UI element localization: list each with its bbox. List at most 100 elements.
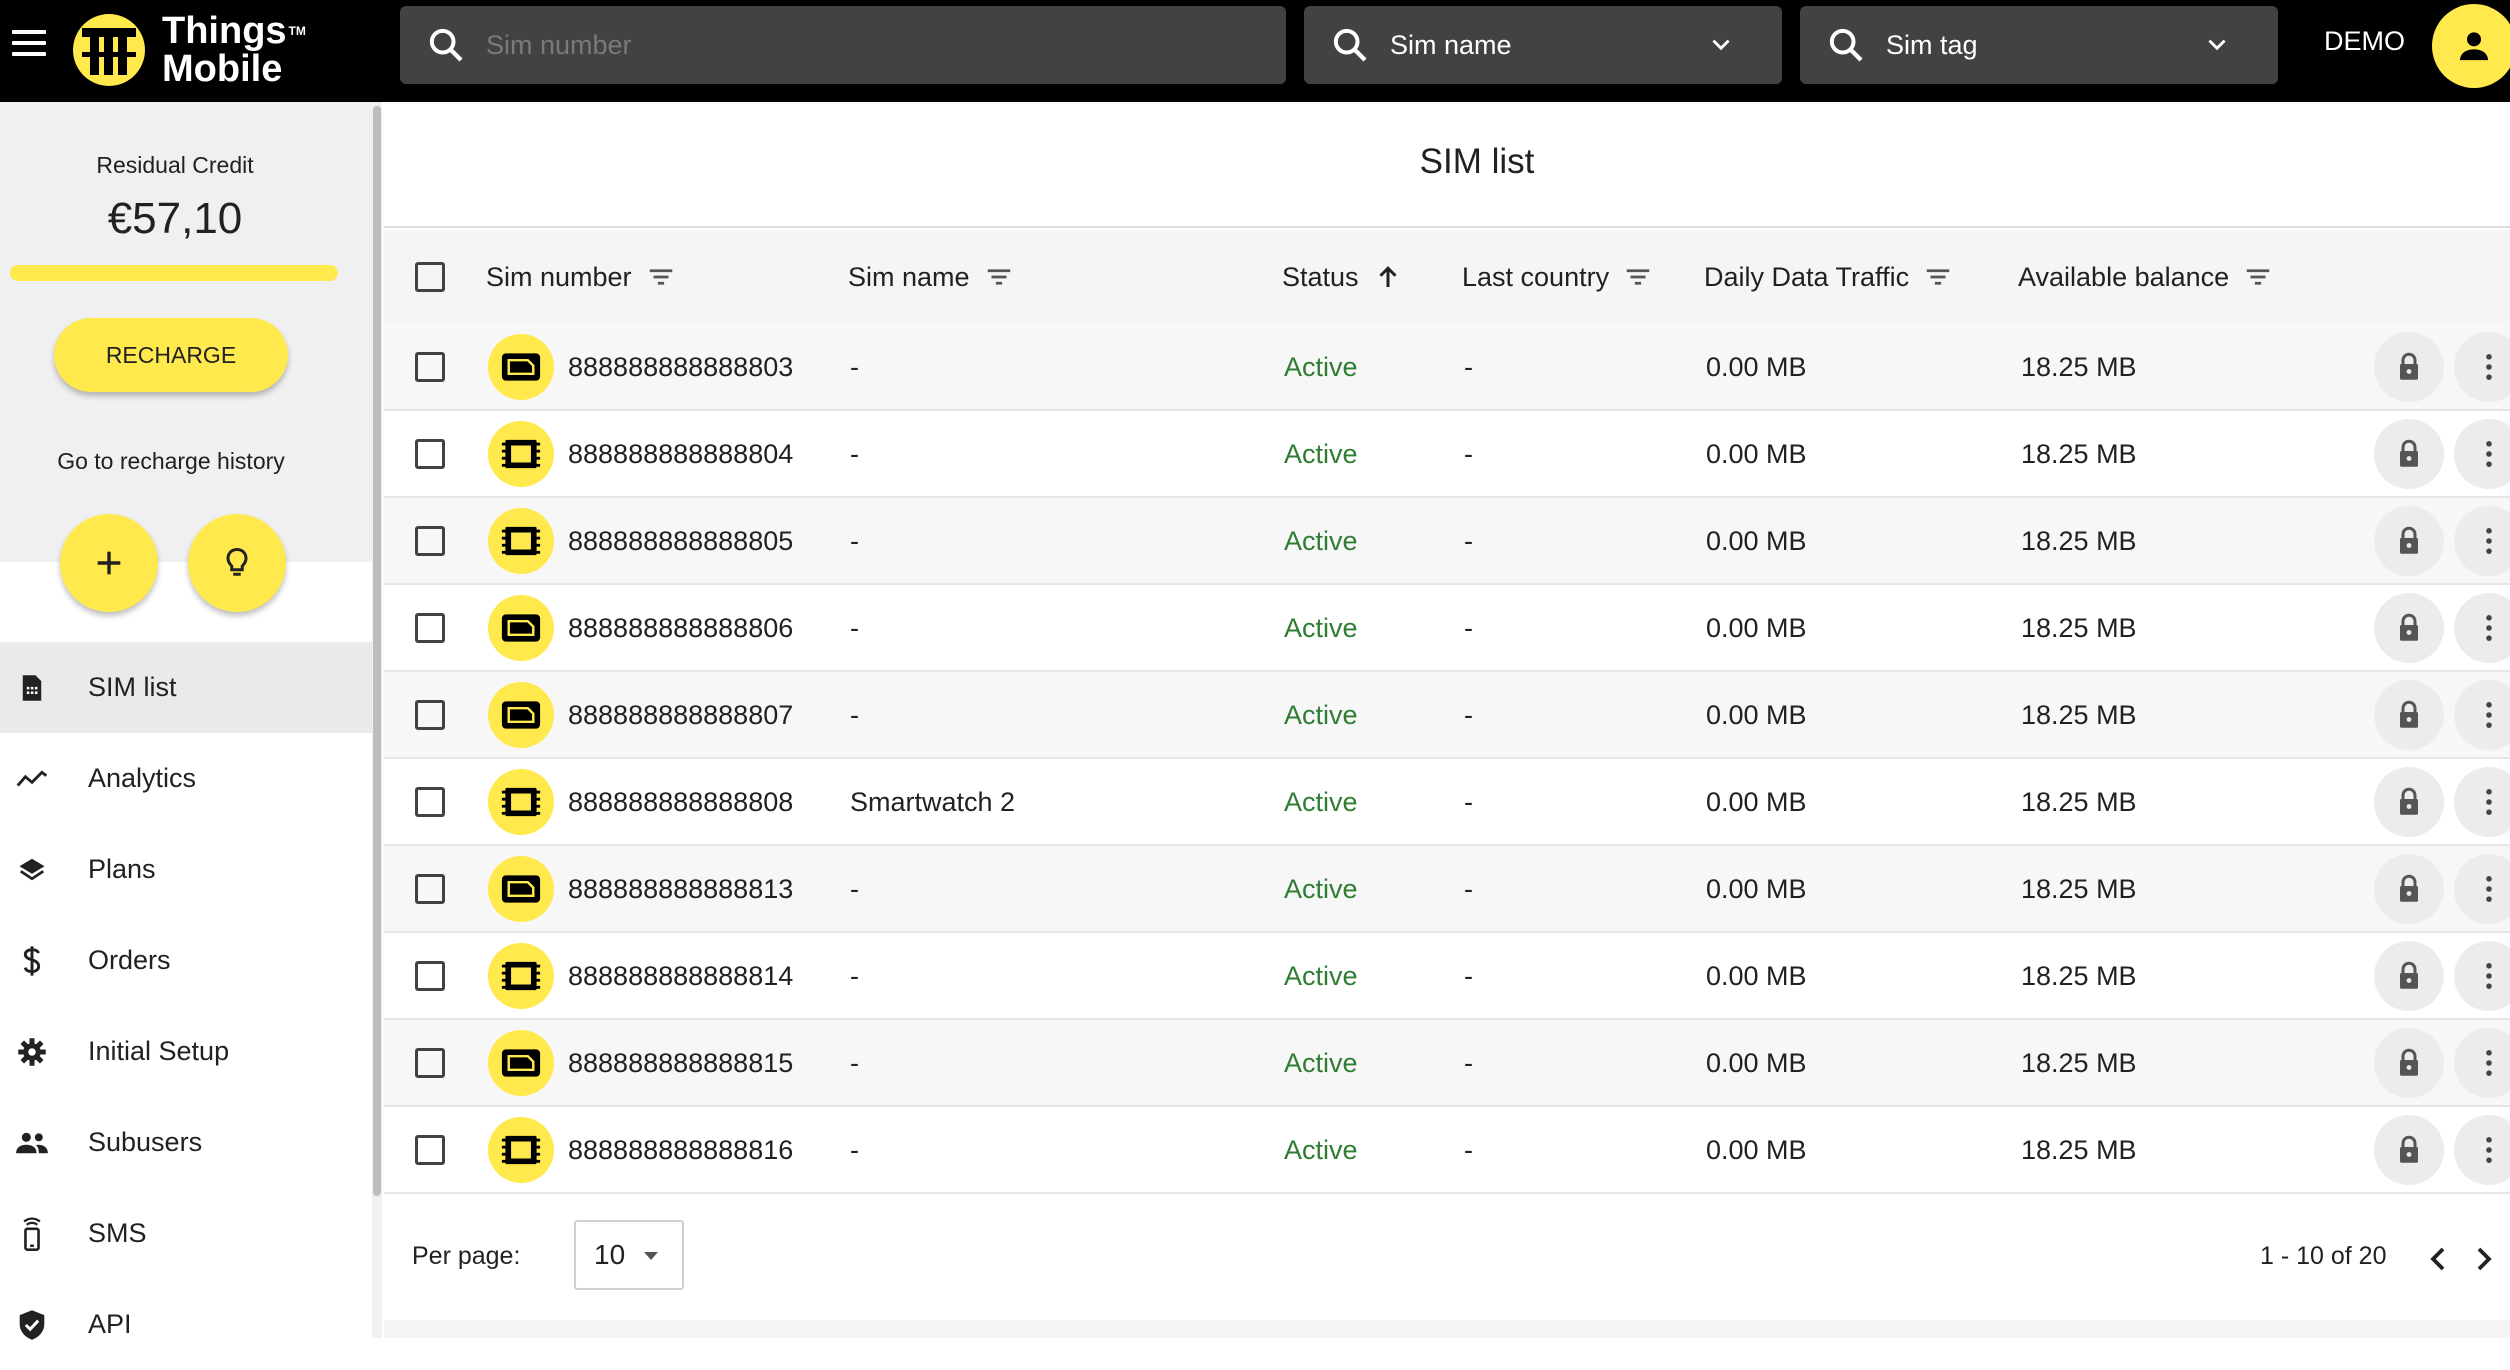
lock-button[interactable] — [2374, 854, 2444, 924]
lock-button[interactable] — [2374, 680, 2444, 750]
lock-button[interactable] — [2374, 332, 2444, 402]
row-checkbox[interactable] — [415, 961, 445, 991]
more-vertical-icon — [2486, 789, 2492, 815]
lock-button[interactable] — [2374, 941, 2444, 1011]
user-name[interactable]: DEMO — [2324, 26, 2405, 57]
status-cell: Active — [1284, 351, 1358, 382]
shield-check-icon — [14, 1307, 50, 1343]
sim-number-search[interactable]: Sim number — [400, 6, 1286, 84]
sidebar-item-plans[interactable]: Plans — [0, 824, 372, 915]
more-options-button[interactable] — [2454, 419, 2510, 489]
row-checkbox[interactable] — [415, 1135, 445, 1165]
row-checkbox[interactable] — [415, 439, 445, 469]
avatar[interactable] — [2432, 4, 2510, 88]
filter-icon[interactable] — [646, 262, 676, 292]
table-row[interactable]: 888888888888813 - Active - 0.00 MB 18.25 MB — [384, 846, 2510, 933]
last-country-cell: - — [1464, 1047, 1473, 1078]
sim-name-dropdown[interactable]: Sim name — [1304, 6, 1782, 84]
brand-logo[interactable]: Things TM Mobile — [68, 6, 306, 94]
filter-icon[interactable] — [984, 262, 1014, 292]
menu-icon[interactable] — [12, 30, 46, 56]
sim-number-cell[interactable]: 888888888888805 — [568, 498, 793, 584]
sim-name-cell: - — [850, 960, 859, 991]
sidebar-scrollbar-thumb[interactable] — [373, 106, 381, 1196]
sim-number-search-input[interactable]: Sim number — [486, 30, 632, 61]
table-row[interactable]: 888888888888814 - Active - 0.00 MB 18.25 MB — [384, 933, 2510, 1020]
title-divider — [384, 226, 2510, 228]
more-options-button[interactable] — [2454, 593, 2510, 663]
filter-icon[interactable] — [1623, 262, 1653, 292]
lock-button[interactable] — [2374, 1115, 2444, 1185]
sort-ascending-icon[interactable] — [1373, 262, 1403, 292]
more-options-button[interactable] — [2454, 767, 2510, 837]
sidebar-scrollbar[interactable] — [372, 102, 382, 1338]
table-row[interactable]: 888888888888805 - Active - 0.00 MB 18.25 MB — [384, 498, 2510, 585]
row-checkbox[interactable] — [415, 1048, 445, 1078]
more-options-button[interactable] — [2454, 854, 2510, 924]
more-options-button[interactable] — [2454, 680, 2510, 750]
column-available-balance[interactable]: Available balance — [2018, 230, 2273, 324]
recharge-button[interactable]: RECHARGE — [54, 318, 288, 392]
column-label: Daily Data Traffic — [1704, 261, 1910, 292]
sidebar-item-sim-list[interactable]: SIM list — [0, 642, 372, 733]
sim-number-cell[interactable]: 888888888888815 — [568, 1020, 793, 1106]
last-country-cell: - — [1464, 699, 1473, 730]
row-checkbox[interactable] — [415, 700, 445, 730]
more-options-button[interactable] — [2454, 1028, 2510, 1098]
row-checkbox[interactable] — [415, 526, 445, 556]
sim-tag-dropdown[interactable]: Sim tag — [1800, 6, 2278, 84]
chevron-down-icon[interactable] — [1708, 32, 1734, 58]
lock-button[interactable] — [2374, 506, 2444, 576]
table-row[interactable]: 888888888888806 - Active - 0.00 MB 18.25 MB — [384, 585, 2510, 672]
table-row[interactable]: 888888888888816 - Active - 0.00 MB 18.25 MB — [384, 1107, 2510, 1194]
more-options-button[interactable] — [2454, 941, 2510, 1011]
row-checkbox[interactable] — [415, 787, 445, 817]
more-options-button[interactable] — [2454, 332, 2510, 402]
chevron-down-icon[interactable] — [2204, 32, 2230, 58]
more-options-button[interactable] — [2454, 506, 2510, 576]
lock-button[interactable] — [2374, 419, 2444, 489]
sidebar-item-subusers[interactable]: Subusers — [0, 1097, 372, 1188]
per-page-select[interactable]: 10 — [574, 1220, 684, 1290]
row-checkbox[interactable] — [415, 874, 445, 904]
select-all-checkbox[interactable] — [415, 262, 445, 292]
chevron-right-icon[interactable] — [2472, 1244, 2496, 1274]
table-row[interactable]: 888888888888804 - Active - 0.00 MB 18.25 MB — [384, 411, 2510, 498]
sim-number-cell[interactable]: 888888888888808 — [568, 759, 793, 845]
chevron-left-icon[interactable] — [2426, 1244, 2450, 1274]
sim-number-cell[interactable]: 888888888888806 — [568, 585, 793, 671]
column-last-country[interactable]: Last country — [1462, 230, 1653, 324]
row-checkbox[interactable] — [415, 613, 445, 643]
more-options-button[interactable] — [2454, 1115, 2510, 1185]
add-button[interactable] — [60, 514, 158, 612]
table-row[interactable]: 888888888888807 - Active - 0.00 MB 18.25 MB — [384, 672, 2510, 759]
sim-number-cell[interactable]: 888888888888816 — [568, 1107, 793, 1193]
column-status[interactable]: Status — [1282, 230, 1403, 324]
sidebar-item-sms[interactable]: SMS — [0, 1188, 372, 1279]
sidebar-item-api[interactable]: API — [0, 1279, 372, 1370]
daily-traffic-cell: 0.00 MB — [1706, 699, 1807, 730]
recharge-history-link[interactable]: Go to recharge history — [0, 448, 342, 475]
sim-number-cell[interactable]: 888888888888813 — [568, 846, 793, 932]
table-row[interactable]: 888888888888808 Smartwatch 2 Active - 0.00 M… — [384, 759, 2510, 846]
row-checkbox[interactable] — [415, 352, 445, 382]
lock-button[interactable] — [2374, 767, 2444, 837]
table-row[interactable]: 888888888888803 - Active - 0.00 MB 18.25 MB — [384, 324, 2510, 411]
column-daily-data-traffic[interactable]: Daily Data Traffic — [1704, 230, 1953, 324]
sim-number-cell[interactable]: 888888888888814 — [568, 933, 793, 1019]
table-row[interactable]: 888888888888815 - Active - 0.00 MB 18.25 MB — [384, 1020, 2510, 1107]
sim-number-cell[interactable]: 888888888888804 — [568, 411, 793, 497]
sim-number-cell[interactable]: 888888888888807 — [568, 672, 793, 758]
sidebar-item-analytics[interactable]: Analytics — [0, 733, 372, 824]
sim-number-cell[interactable]: 888888888888803 — [568, 324, 793, 410]
sidebar-item-orders[interactable]: Orders — [0, 915, 372, 1006]
lock-button[interactable] — [2374, 593, 2444, 663]
filter-icon[interactable] — [1923, 262, 1953, 292]
daily-traffic-cell: 0.00 MB — [1706, 873, 1807, 904]
filter-icon[interactable] — [2243, 262, 2273, 292]
column-sim-number[interactable]: Sim number — [486, 230, 676, 324]
lock-button[interactable] — [2374, 1028, 2444, 1098]
column-sim-name[interactable]: Sim name — [848, 230, 1014, 324]
tips-button[interactable] — [188, 514, 286, 612]
sidebar-item-initial-setup[interactable]: Initial Setup — [0, 1006, 372, 1097]
